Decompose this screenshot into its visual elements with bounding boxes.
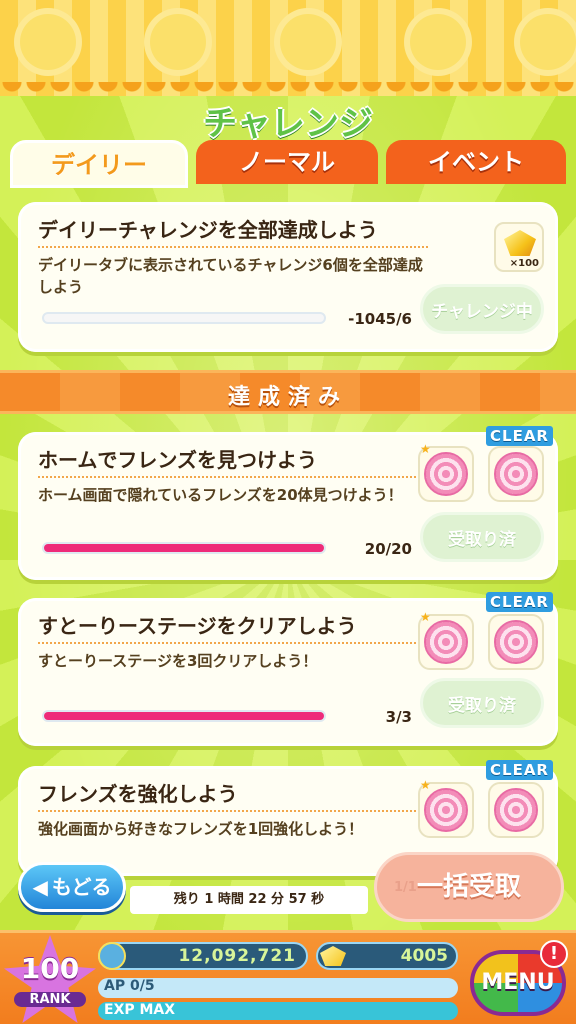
reward-gem: ×100 — [494, 222, 544, 272]
divider — [38, 642, 428, 644]
top-banner — [0, 0, 576, 96]
chevron-left-icon: ◀ — [32, 875, 48, 899]
challenge-in-progress-button[interactable]: チャレンジ中 — [420, 284, 544, 334]
exp-bar: EXP MAX — [98, 1002, 458, 1020]
bulk-count: 1/1 — [394, 880, 417, 895]
tab-normal[interactable]: ノーマル — [196, 140, 378, 184]
tab-event[interactable]: イベント — [386, 140, 566, 184]
progress-bar — [42, 542, 326, 554]
ap-label: AP 0/5 — [104, 978, 155, 994]
coin-value: 12,092,721 — [178, 946, 296, 966]
sun-decoration — [280, 14, 336, 70]
coin-icon — [98, 942, 126, 970]
divider — [38, 246, 428, 248]
time-remaining: 残り 1 時間 22 分 57 秒 — [130, 886, 368, 914]
challenge-desc: すとーりーステージを3回クリアしよう！ — [38, 652, 318, 670]
swirl-icon — [494, 788, 538, 832]
page-title: チャレンジ — [203, 104, 373, 144]
swirl-icon — [424, 620, 468, 664]
clear-badge: CLEAR — [486, 760, 553, 780]
sun-decoration — [520, 14, 576, 70]
challenge-desc: 強化画面から好きなフレンズを1回強化しよう！ — [38, 820, 364, 838]
progress-fill — [44, 712, 324, 720]
achieved-label: 達成済み — [227, 385, 348, 410]
rank-label: RANK — [14, 992, 86, 1007]
progress-text: 20/20 — [364, 540, 412, 558]
reward-item — [488, 446, 544, 502]
clear-badge: CLEAR — [486, 592, 553, 612]
progress-bar — [42, 710, 326, 722]
challenge-title: ホームでフレンズを見つけよう — [38, 448, 317, 472]
challenge-title: すとーりーステージをクリアしよう — [38, 614, 357, 638]
exp-label: EXP MAX — [104, 1002, 176, 1018]
back-button[interactable]: ◀ もどる — [18, 862, 126, 912]
progress-bar — [42, 312, 326, 324]
star-icon: ★ — [420, 610, 431, 624]
star-icon: ★ — [420, 442, 431, 456]
challenge-desc: ホーム画面で隠れているフレンズを20体見つけよう！ — [38, 486, 403, 504]
gem-counter: 4005 — [316, 942, 458, 970]
progress-text: -1045/6 — [348, 310, 412, 328]
challenge-title: デイリーチャレンジを全部達成しよう — [38, 218, 378, 242]
challenge-title: フレンズを強化しよう — [38, 782, 238, 806]
back-label: もどる — [51, 875, 112, 899]
reward-item — [488, 614, 544, 670]
clear-badge: CLEAR — [486, 426, 553, 446]
gem-icon — [504, 230, 536, 256]
alert-icon: ! — [540, 940, 568, 968]
reward-qty: ×100 — [509, 258, 539, 269]
progress-text: 3/3 — [385, 708, 412, 726]
challenge-screen: チャレンジ ノーマル イベント デイリー デイリーチャレンジを全部達成しよう デ… — [0, 0, 576, 1024]
reward-item — [488, 782, 544, 838]
received-button[interactable]: 受取り済 — [420, 678, 544, 728]
received-button[interactable]: 受取り済 — [420, 512, 544, 562]
achieved-header: 達成済み — [0, 370, 576, 414]
gem-value: 4005 — [400, 946, 448, 966]
sun-decoration — [20, 14, 76, 70]
gem-icon — [320, 946, 346, 966]
challenge-desc: デイリータブに表示されているチャレンジ6個を全部達成しよう — [38, 256, 423, 296]
challenge-card: すとーりーステージをクリアしよう すとーりーステージを3回クリアしよう！ 3/3… — [18, 598, 558, 746]
divider — [38, 810, 428, 812]
swirl-icon — [424, 452, 468, 496]
rank-value: 100 — [20, 952, 80, 985]
swirl-icon — [424, 788, 468, 832]
star-icon: ★ — [420, 778, 431, 792]
ap-bar: AP 0/5 — [98, 978, 458, 998]
divider — [38, 476, 428, 478]
daily-challenge-card: デイリーチャレンジを全部達成しよう デイリータブに表示されているチャレンジ6個を… — [18, 202, 558, 352]
progress-fill — [44, 544, 324, 552]
coin-counter: 12,092,721 — [98, 942, 308, 970]
sun-decoration — [150, 14, 206, 70]
swirl-icon — [494, 452, 538, 496]
challenge-card: ホームでフレンズを見つけよう ホーム画面で隠れているフレンズを20体見つけよう！… — [18, 432, 558, 580]
sun-decoration — [410, 14, 466, 70]
tab-daily[interactable]: デイリー — [10, 140, 188, 188]
swirl-icon — [494, 620, 538, 664]
